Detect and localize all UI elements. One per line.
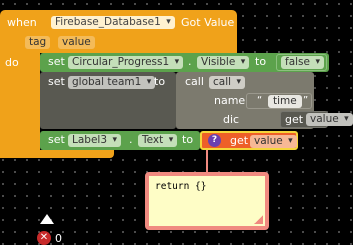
call-keyword: call [185, 75, 204, 88]
dot-separator: . [188, 55, 192, 68]
variable-dropdown-value[interactable]: value [250, 135, 297, 148]
text-string-block[interactable]: “ time ” [246, 93, 312, 109]
boolean-false-block[interactable]: false [276, 54, 327, 71]
get-keyword: get [230, 134, 249, 147]
comment-connector [206, 150, 208, 172]
boolean-dropdown[interactable]: false [281, 56, 324, 69]
set-label-text-block[interactable]: set Label3 . Text to [40, 131, 200, 150]
procedure-dropdown[interactable]: call [209, 76, 246, 89]
component-dropdown-firebase[interactable]: Firebase_Database1 [51, 16, 175, 29]
set-global-block[interactable]: set global team1 to [40, 72, 176, 129]
param-value[interactable]: value [58, 36, 95, 49]
property-dropdown-text[interactable]: Text [138, 134, 178, 147]
warning-toggle-icon[interactable] [40, 214, 54, 224]
comment-bubble[interactable]: return {} [145, 172, 269, 230]
comment-text[interactable]: return {} [155, 181, 206, 192]
resize-handle-icon[interactable] [254, 215, 263, 224]
error-count: 0 [55, 232, 62, 245]
event-name-label: Got Value [181, 16, 235, 29]
component-dropdown-circular-progress[interactable]: Circular_Progress1 [68, 56, 184, 69]
set-visible-block[interactable]: set Circular_Progress1 . Visible to fals… [40, 53, 329, 72]
variable-dropdown-value[interactable]: value [306, 113, 353, 126]
open-quote: “ [257, 95, 263, 106]
when-label: when [7, 16, 37, 29]
to-keyword: to [182, 133, 194, 146]
set-keyword: set [48, 75, 65, 88]
variable-dropdown-global-team1[interactable]: global team1 [68, 76, 156, 89]
text-value-field[interactable]: time [268, 95, 302, 108]
arg-name-label: name [214, 94, 246, 107]
help-icon[interactable]: ? [208, 134, 221, 147]
get-value-block[interactable]: ? get value [200, 131, 298, 150]
component-dropdown-label3[interactable]: Label3 [68, 134, 122, 147]
do-label: do [5, 56, 19, 69]
set-keyword: set [48, 133, 65, 146]
close-quote: ” [303, 95, 309, 106]
property-dropdown-visible[interactable]: Visible [197, 56, 250, 69]
arg-dic-label: dic [223, 113, 240, 126]
get-keyword: get [285, 113, 304, 126]
event-footer [0, 150, 114, 158]
dot-separator: . [129, 133, 133, 146]
to-keyword: to [255, 55, 267, 68]
to-keyword: to [154, 75, 166, 88]
param-tag[interactable]: tag [25, 36, 51, 49]
set-keyword: set [48, 55, 65, 68]
error-icon[interactable]: ✕ [37, 231, 51, 245]
